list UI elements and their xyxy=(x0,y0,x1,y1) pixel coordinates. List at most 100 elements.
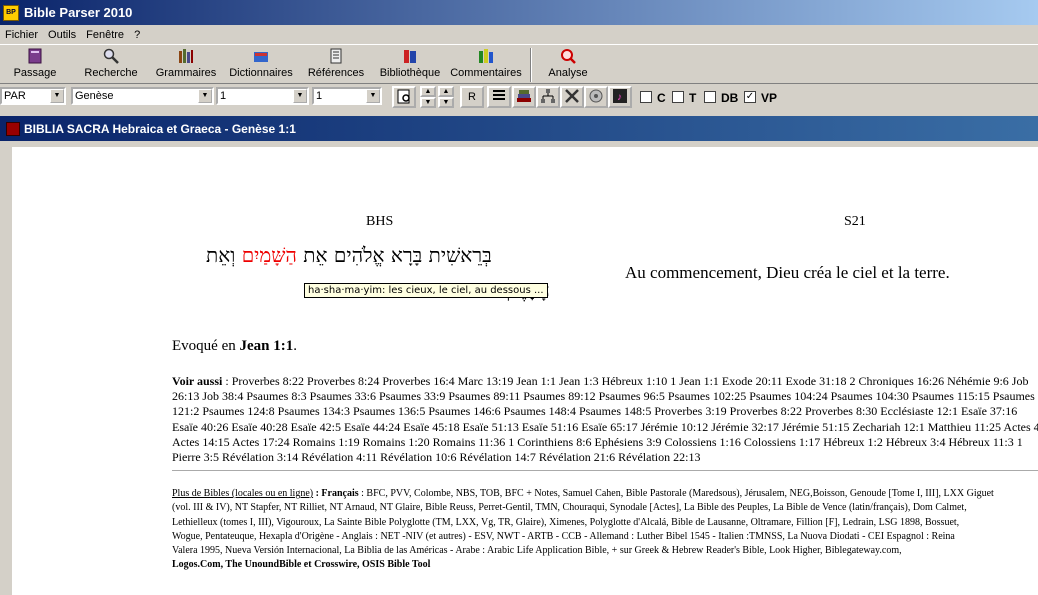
up-arrow-icon: ▲ xyxy=(442,88,450,95)
svg-text:♪: ♪ xyxy=(617,92,622,103)
up-arrow-button-2[interactable]: ▲ xyxy=(438,86,454,97)
library-icon xyxy=(402,48,418,64)
hebrew-word-highlighted[interactable]: הַשָּׁמַיִם xyxy=(242,243,297,267)
media-button[interactable]: ♪ xyxy=(608,86,632,108)
checkbox-t[interactable] xyxy=(672,91,684,103)
cross-references[interactable]: Actes 14:15 Actes 17:24 Romains 1:19 Rom… xyxy=(172,435,1038,450)
hebrew-word[interactable]: בָּרָא xyxy=(391,243,422,267)
book-icon xyxy=(27,48,43,64)
chevron-down-icon[interactable]: ▼ xyxy=(198,89,212,103)
analyse-button[interactable]: Analyse xyxy=(546,48,590,82)
bibles-list[interactable]: Wogue, Pentateuque, Hexapla d'Origène - … xyxy=(172,530,994,544)
clipboard-icon xyxy=(396,88,412,107)
main-toolbar: Passage Recherche Grammaires Dictionnair… xyxy=(0,44,1038,84)
toolbar-separator xyxy=(530,48,532,82)
hebrew-word[interactable]: בְּרֵאשִׁית xyxy=(429,243,492,267)
grammaires-button[interactable]: Grammaires xyxy=(155,48,217,82)
cross-references[interactable]: : Proverbes 8:22 Proverbes 8:24 Proverbe… xyxy=(225,374,1028,388)
word-tooltip: ha·sha·ma·yim: les cieux, le ciel, au de… xyxy=(304,283,548,298)
cross-references[interactable]: Esaïe 40:26 Esaïe 40:28 Esaïe 42:5 Esaïe… xyxy=(172,420,1038,435)
up-arrow-icon: ▲ xyxy=(424,88,432,95)
dictionnaires-button[interactable]: Dictionnaires xyxy=(228,48,294,82)
french-verse: Au commencement, Dieu créa le ciel et la… xyxy=(625,263,950,282)
books-icon xyxy=(178,48,194,64)
checkbox-c-label: C xyxy=(657,91,666,105)
chevron-down-icon[interactable]: ▼ xyxy=(293,89,307,103)
verse-select[interactable]: 1 ▼ xyxy=(312,87,382,105)
up-arrow-button[interactable]: ▲ xyxy=(420,86,436,97)
chapter-select[interactable]: 1 ▼ xyxy=(216,87,309,105)
checkbox-vp[interactable]: ✓ xyxy=(744,91,756,103)
menu-fenetre[interactable]: Fenêtre xyxy=(81,29,129,41)
bibles-list[interactable]: Valera 1995, Nueva Versión Internacional… xyxy=(172,544,994,558)
app-icon: BP xyxy=(3,4,19,21)
book-select[interactable]: Genèse ▼ xyxy=(71,87,214,105)
chevron-down-icon[interactable]: ▼ xyxy=(50,89,64,103)
down-arrow-icon: ▼ xyxy=(424,99,432,106)
options-bar: PAR ▼ Genèse ▼ 1 ▼ 1 ▼ ▲ ▼ ▲ ▼ R ♪ C T D… xyxy=(0,84,1038,110)
checkbox-db[interactable] xyxy=(704,91,716,103)
down-arrow-icon: ▼ xyxy=(442,99,450,106)
books-stack-button[interactable] xyxy=(512,86,536,108)
hebrew-word[interactable]: וְאֵת xyxy=(206,243,235,267)
clipboard-button[interactable] xyxy=(392,86,416,108)
bibles-list[interactable]: (vol. III & IV), NT Stapfer, NT Rilliet,… xyxy=(172,501,994,515)
down-arrow-button[interactable]: ▼ xyxy=(420,97,436,108)
hebrew-word[interactable]: אֱלֹהִים xyxy=(334,243,385,267)
app-titlebar: BP Bible Parser 2010 xyxy=(0,0,1038,25)
tools-icon xyxy=(564,88,580,107)
voir-aussi-section: Voir aussi : Proverbes 8:22 Proverbes 8:… xyxy=(172,374,1038,465)
cross-references[interactable]: 121:2 Psaumes 124:8 Psaumes 134:3 Psaume… xyxy=(172,404,1038,419)
bibliotheque-button[interactable]: Bibliothèque xyxy=(379,48,441,82)
references-button[interactable]: Références xyxy=(305,48,367,82)
evoque-reference-link[interactable]: Jean 1:1 xyxy=(239,338,293,354)
tree-button[interactable] xyxy=(536,86,560,108)
reference-icon xyxy=(328,48,344,64)
menu-bar: Fichier Outils Fenêtre ? xyxy=(0,25,1038,44)
s21-header: S21 xyxy=(844,214,866,229)
dictionary-icon xyxy=(253,48,269,64)
checkbox-db-label: DB xyxy=(721,91,739,105)
divider xyxy=(172,470,1038,471)
hebrew-word[interactable]: אֵת xyxy=(303,243,327,267)
speaker-icon xyxy=(588,88,604,107)
cross-references[interactable]: Pierre 3:5 Révélation 3:14 Révélation 4:… xyxy=(172,450,1038,465)
document-view: BHS S21 בְּרֵאשִׁית בָּרָא אֱלֹהִים אֵת … xyxy=(12,147,1038,595)
checkbox-vp-label: VP xyxy=(761,91,778,105)
bibles-list[interactable]: Lethielleux (tomes I, III), Vigouroux, L… xyxy=(172,516,994,530)
app-title: Bible Parser 2010 xyxy=(24,5,133,20)
mode-select[interactable]: PAR ▼ xyxy=(0,87,66,105)
text-lines-icon xyxy=(491,88,507,107)
magnifier-icon xyxy=(103,48,119,64)
chevron-down-icon[interactable]: ▼ xyxy=(366,89,380,103)
bhs-header: BHS xyxy=(366,214,394,229)
more-bibles-link[interactable]: Plus de Bibles (locales ou en ligne) xyxy=(172,488,313,499)
bibles-list[interactable]: Logos.Com, The UnoundBible et Crosswire,… xyxy=(172,558,994,572)
menu-help[interactable]: ? xyxy=(129,29,145,41)
recherche-button[interactable]: Recherche xyxy=(82,48,140,82)
more-bibles-section: Plus de Bibles (locales ou en ligne) : F… xyxy=(172,487,994,573)
text-view-button[interactable] xyxy=(487,86,511,108)
document-icon xyxy=(6,121,20,136)
music-icon: ♪ xyxy=(612,88,628,107)
commentaires-button[interactable]: Commentaires xyxy=(449,48,523,82)
tree-icon xyxy=(540,88,556,107)
comments-icon xyxy=(478,48,494,64)
cross-references[interactable]: 26:13 Job 38:4 Psaumes 8:3 Psaumes 33:6 … xyxy=(172,389,1038,404)
tools-button[interactable] xyxy=(560,86,584,108)
down-arrow-button-2[interactable]: ▼ xyxy=(438,97,454,108)
document-title: BIBLIA SACRA Hebraica et Graeca - Genèse… xyxy=(24,121,296,136)
audio-button[interactable] xyxy=(584,86,608,108)
menu-fichier[interactable]: Fichier xyxy=(0,29,43,41)
checkbox-c[interactable] xyxy=(640,91,652,103)
voir-aussi-label: Voir aussi xyxy=(172,374,223,388)
books-stack-icon xyxy=(516,88,532,107)
passage-button[interactable]: Passage xyxy=(14,48,56,82)
r-button[interactable]: R xyxy=(460,86,484,108)
analysis-icon xyxy=(560,48,576,64)
evoque-line: Evoqué en Jean 1:1. xyxy=(172,338,297,354)
document-titlebar: BIBLIA SACRA Hebraica et Graeca - Genèse… xyxy=(0,116,1038,141)
hebrew-verse-line1: בְּרֵאשִׁית בָּרָא אֱלֹהִים אֵת הַשָּׁמַ… xyxy=(206,243,492,268)
menu-outils[interactable]: Outils xyxy=(43,29,81,41)
checkbox-t-label: T xyxy=(689,91,697,105)
